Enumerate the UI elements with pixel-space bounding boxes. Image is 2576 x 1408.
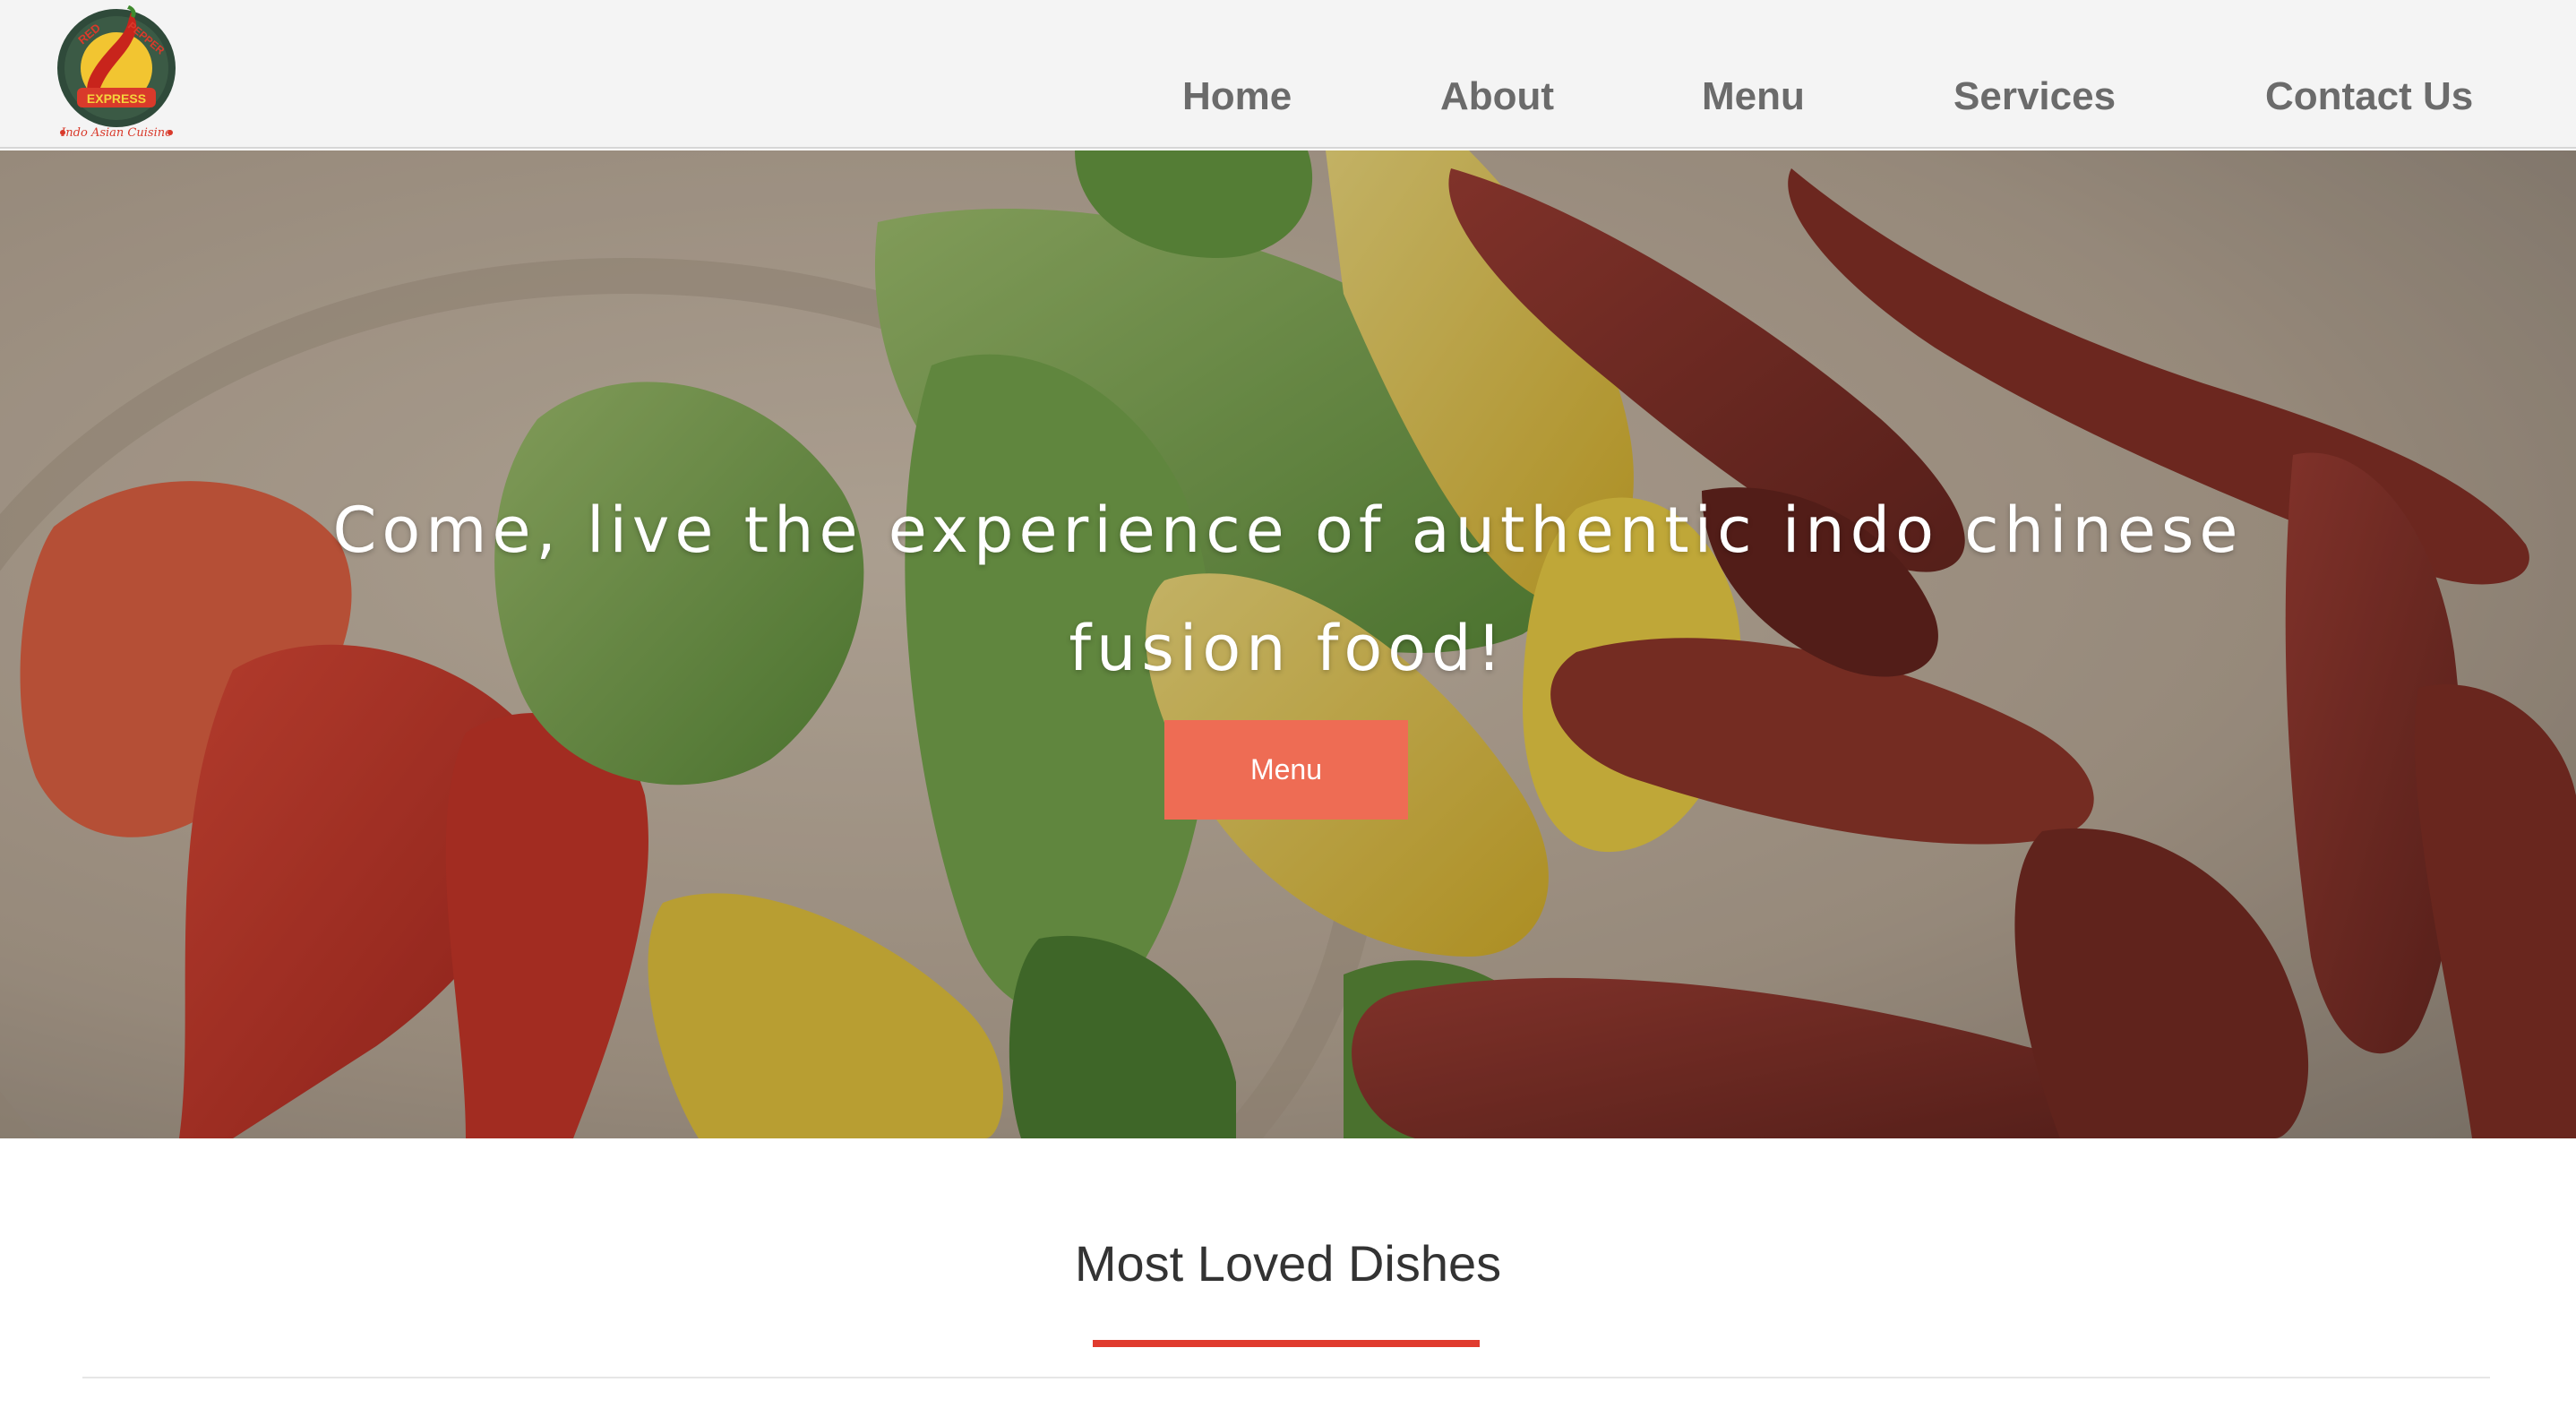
nav-about[interactable]: About [1440, 70, 1554, 124]
hero-title: Come, live the experience of authentic i… [269, 471, 2307, 708]
nav-contact-us[interactable]: Contact Us [2265, 70, 2473, 124]
section-divider [82, 1377, 2490, 1378]
nav-home[interactable]: Home [1182, 70, 1292, 124]
logo-emblem: EXPRESS RED PEPPER Indo Asian Cuisine [57, 5, 176, 140]
nav-services[interactable]: Services [1953, 70, 2116, 124]
site-header: EXPRESS RED PEPPER Indo Asian Cuisine Ho… [0, 0, 2576, 149]
nav-menu[interactable]: Menu [1702, 70, 1805, 124]
section-title: Most Loved Dishes [1074, 1235, 1502, 1292]
hero-title-line2: fusion food! [1069, 612, 1507, 685]
hero-title-line1: Come, live the experience of authentic i… [332, 494, 2244, 567]
logo-tagline: Indo Asian Cuisine [60, 126, 172, 140]
menu-button[interactable]: Menu [1164, 720, 1408, 820]
section-title-underline [1093, 1340, 1480, 1347]
hero-banner: Come, live the experience of authentic i… [0, 150, 2576, 1138]
restaurant-logo[interactable]: EXPRESS RED PEPPER Indo Asian Cuisine [52, 0, 181, 147]
logo-banner-text: EXPRESS [87, 91, 146, 106]
